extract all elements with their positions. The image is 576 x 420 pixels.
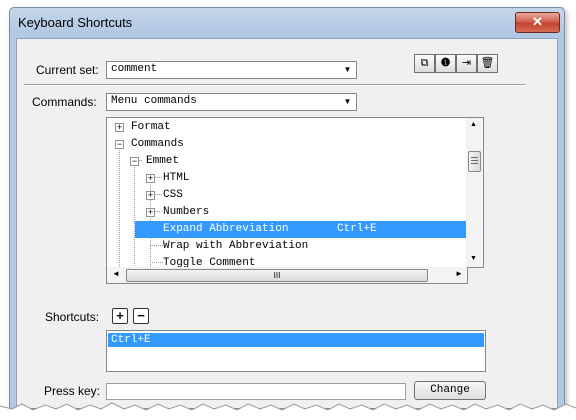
expand-icon[interactable]: +: [146, 174, 155, 183]
tree-item-label: HTML: [163, 172, 190, 184]
tree-item-selected[interactable]: Expand Abbreviation Ctrl+E: [135, 221, 466, 238]
scroll-thumb[interactable]: [468, 151, 481, 172]
remove-shortcut-button[interactable]: −: [133, 308, 149, 324]
expand-icon[interactable]: +: [115, 123, 124, 132]
torn-edge: [0, 402, 576, 420]
collapse-icon[interactable]: −: [130, 157, 139, 166]
tree-item[interactable]: − Emmet: [107, 153, 466, 170]
tree-item-label: Format: [131, 121, 171, 133]
tree-item[interactable]: + CSS: [107, 187, 466, 204]
tree-item-label: Expand Abbreviation: [163, 223, 289, 235]
rename-set-icon: ❶: [440, 57, 451, 69]
scroll-right-icon[interactable]: ►: [455, 269, 463, 278]
tree-item-label: Commands: [131, 138, 184, 150]
tree-item[interactable]: + Format: [107, 119, 466, 136]
chevron-down-icon: ▼: [339, 94, 356, 110]
tree-item-label: CSS: [163, 189, 183, 201]
minus-icon: −: [137, 308, 145, 323]
tree-item[interactable]: + HTML: [107, 170, 466, 187]
rename-set-button[interactable]: ❶: [435, 54, 456, 73]
commands-label: Commands:: [32, 95, 97, 109]
expand-icon[interactable]: +: [146, 191, 155, 200]
tree-item[interactable]: Wrap with Abbreviation: [107, 238, 466, 255]
separator: [24, 84, 526, 86]
title-bar[interactable]: Keyboard Shortcuts ✕: [10, 8, 564, 38]
export-set-button[interactable]: ⇥: [456, 54, 477, 73]
current-set-value: comment: [111, 63, 158, 75]
scroll-down-icon[interactable]: ▼: [470, 255, 477, 262]
expand-icon[interactable]: +: [146, 208, 155, 217]
tree-item-label: Wrap with Abbreviation: [163, 240, 309, 252]
add-shortcut-button[interactable]: +: [112, 308, 128, 324]
plus-icon: +: [116, 308, 124, 323]
duplicate-set-button[interactable]: ⧉: [414, 54, 435, 73]
horizontal-scrollbar[interactable]: ◄ III ►: [106, 267, 468, 284]
export-set-icon: ⇥: [461, 57, 472, 69]
current-set-label: Current set:: [36, 63, 99, 77]
scroll-left-icon[interactable]: ◄: [112, 269, 120, 278]
commands-tree[interactable]: + Format − Commands − Emmet + HTML + CSS…: [106, 117, 467, 268]
chevron-down-icon: ▼: [339, 62, 356, 78]
grip-icon: III: [273, 271, 281, 280]
shortcut-item[interactable]: Ctrl+E: [108, 333, 484, 347]
collapse-icon[interactable]: −: [115, 140, 124, 149]
tree-item-label: Numbers: [163, 206, 210, 218]
vertical-scrollbar[interactable]: ▲ ▼: [466, 117, 484, 268]
shortcuts-list[interactable]: Ctrl+E: [106, 330, 486, 372]
scroll-thumb-horizontal[interactable]: III: [126, 269, 428, 282]
scroll-up-icon[interactable]: ▲: [470, 121, 477, 128]
current-set-select[interactable]: comment ▼: [106, 61, 357, 79]
window-title: Keyboard Shortcuts: [18, 15, 133, 30]
duplicate-set-icon: ⧉: [420, 57, 429, 69]
tree-item[interactable]: − Commands: [107, 136, 466, 153]
tree-item-label: Emmet: [146, 155, 180, 167]
commands-select[interactable]: Menu commands ▼: [106, 93, 357, 111]
close-button[interactable]: ✕: [515, 12, 560, 33]
tree-item-shortcut: Ctrl+E: [337, 223, 377, 235]
tree-item[interactable]: + Numbers: [107, 204, 466, 221]
delete-set-icon: 🗑: [480, 57, 495, 69]
shortcuts-label: Shortcuts:: [45, 310, 100, 324]
grip-icon: [471, 157, 478, 158]
delete-set-button[interactable]: 🗑: [477, 54, 498, 73]
commands-value: Menu commands: [111, 95, 197, 107]
